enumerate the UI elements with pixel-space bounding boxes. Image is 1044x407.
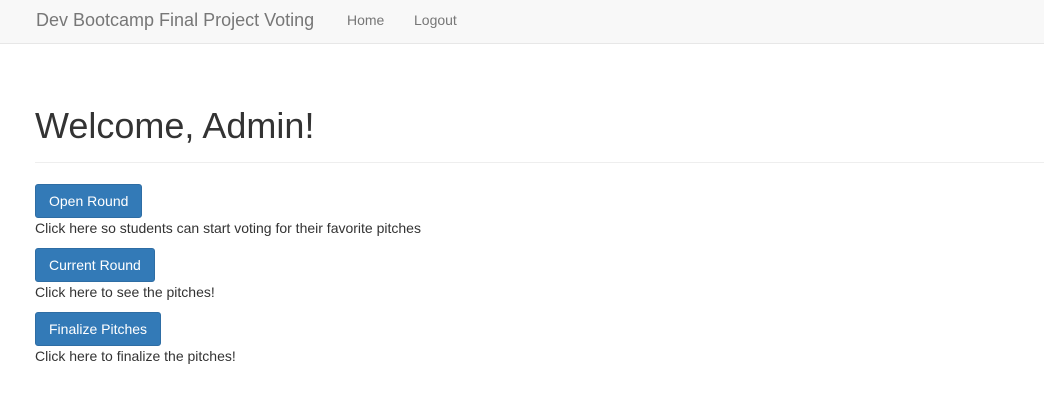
navbar: Dev Bootcamp Final Project Voting Home L… [0, 0, 1044, 44]
current-round-button[interactable]: Current Round [35, 248, 155, 282]
page-title: Welcome, Admin! [35, 105, 315, 146]
open-round-description: Click here so students can start voting … [35, 220, 421, 236]
finalize-pitches-description: Click here to finalize the pitches! [35, 348, 236, 364]
nav-link-home[interactable]: Home [347, 0, 384, 44]
navbar-brand[interactable]: Dev Bootcamp Final Project Voting [36, 0, 314, 44]
nav-link-logout[interactable]: Logout [414, 0, 457, 44]
title-divider [35, 162, 1044, 163]
open-round-button[interactable]: Open Round [35, 184, 143, 218]
finalize-pitches-button[interactable]: Finalize Pitches [35, 312, 162, 346]
current-round-description: Click here to see the pitches! [35, 284, 215, 300]
